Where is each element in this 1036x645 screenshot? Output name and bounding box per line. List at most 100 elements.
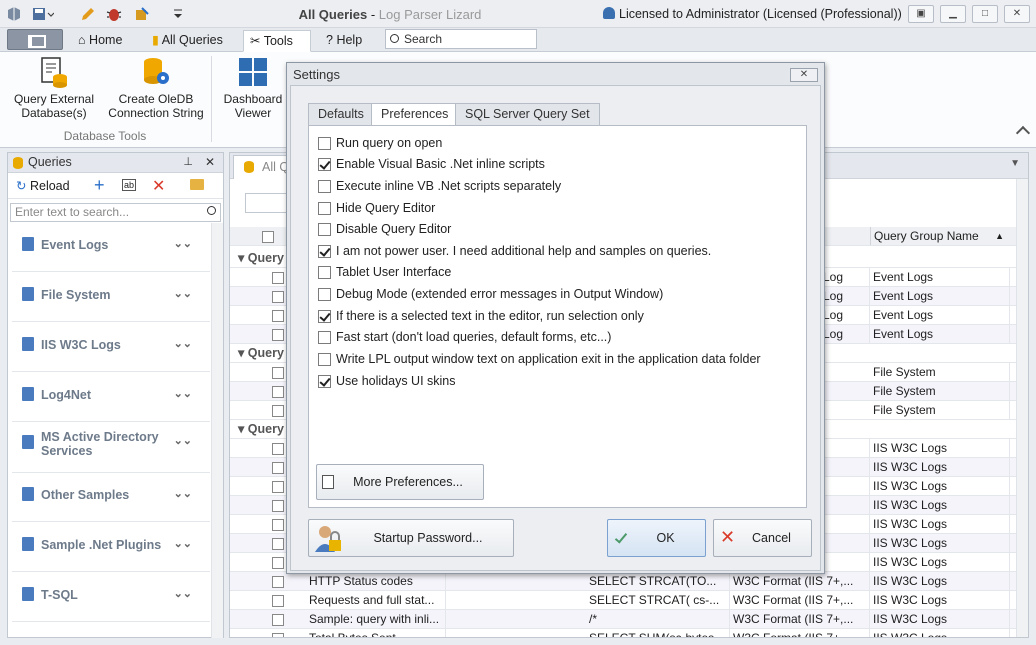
sort-ascending-icon: ▲ xyxy=(995,231,1004,241)
book-icon xyxy=(22,337,34,351)
tab-help[interactable]: ? Help xyxy=(320,30,368,52)
tab-all-queries[interactable]: ▮ All Queries xyxy=(146,30,229,52)
tab-sql-server-query-set[interactable]: SQL Server Query Set xyxy=(455,103,600,126)
book-icon xyxy=(22,287,34,301)
expand-chevron-icon[interactable]: ⌄⌄ xyxy=(174,237,192,250)
queries-toolbar: ↻ Reload + ab ✕ xyxy=(8,173,223,199)
query-group-iis-w3c-logs[interactable]: IIS W3C Logs ⌄⌄ xyxy=(12,328,210,372)
expand-chevron-icon[interactable]: ⌄⌄ xyxy=(174,487,192,500)
checkbox[interactable] xyxy=(318,180,331,193)
table-row[interactable]: HTTP Status codes SELECT STRCAT(TO... W3C … xyxy=(230,572,1016,591)
row-checkbox[interactable] xyxy=(272,557,284,569)
table-row[interactable]: Sample: query with inli.../* W3C Format (… xyxy=(230,610,1016,629)
user-icon xyxy=(603,7,615,19)
close-button[interactable]: ✕ xyxy=(1004,5,1030,23)
query-group-other-samples[interactable]: Other Samples ⌄⌄ xyxy=(12,478,210,522)
query-external-database-button[interactable]: Query External Database(s) xyxy=(8,56,100,120)
table-row[interactable]: Requests and full stat... SELECT STRCAT( … xyxy=(230,591,1016,610)
open-folder-icon[interactable] xyxy=(190,179,204,190)
home-icon: ⌂ xyxy=(78,33,86,47)
expand-chevron-icon[interactable]: ⌄⌄ xyxy=(174,537,192,550)
ribbon-collapse-icon[interactable] xyxy=(1015,125,1031,141)
expand-chevron-icon[interactable]: ⌄⌄ xyxy=(174,434,192,447)
table-row[interactable]: Total Bytes Sent SELECT SUM(sc-bytes... W3… xyxy=(230,629,1016,637)
ok-button[interactable]: OK xyxy=(607,519,706,557)
query-group-event-logs[interactable]: Event Logs ⌄⌄ xyxy=(12,228,210,272)
row-checkbox[interactable] xyxy=(272,272,284,284)
maximize-button[interactable]: □ xyxy=(972,5,998,23)
row-checkbox[interactable] xyxy=(272,310,284,322)
title-bar: All Queries - Log Parser Lizard Licensed… xyxy=(0,0,1036,28)
checkbox[interactable] xyxy=(318,202,331,215)
checkbox[interactable] xyxy=(318,353,331,366)
query-group-log4net[interactable]: Log4Net ⌄⌄ xyxy=(12,378,210,422)
expand-chevron-icon[interactable]: ⌄⌄ xyxy=(174,337,192,350)
row-checkbox[interactable] xyxy=(272,462,284,474)
checkbox[interactable] xyxy=(318,223,331,236)
cancel-button[interactable]: ✕ Cancel xyxy=(713,519,812,557)
dialog-body: Defaults Preferences SQL Server Query Se… xyxy=(290,85,821,571)
search-icon xyxy=(207,206,216,215)
book-icon xyxy=(22,387,34,401)
row-checkbox[interactable] xyxy=(272,576,284,588)
grid-scrollbar[interactable] xyxy=(1016,179,1028,637)
row-checkbox[interactable] xyxy=(272,595,284,607)
select-all-checkbox[interactable] xyxy=(262,231,274,243)
row-checkbox[interactable] xyxy=(272,367,284,379)
dialog-close-button[interactable]: ✕ xyxy=(790,68,818,82)
row-checkbox[interactable] xyxy=(272,386,284,398)
close-panel-icon[interactable]: ✕ xyxy=(205,153,215,172)
row-checkbox[interactable] xyxy=(272,500,284,512)
reload-button[interactable]: ↻ Reload xyxy=(16,178,70,193)
startup-password-button[interactable]: Startup Password... xyxy=(308,519,514,557)
add-query-icon[interactable]: + xyxy=(94,175,105,196)
expand-chevron-icon[interactable]: ⌄⌄ xyxy=(174,387,192,400)
row-checkbox[interactable] xyxy=(272,633,284,637)
create-oledb-connection-button[interactable]: Create OleDB Connection String xyxy=(104,56,208,120)
tab-preferences[interactable]: Preferences xyxy=(371,103,459,127)
checkbox[interactable] xyxy=(318,310,331,323)
restore-layout-button[interactable]: ▣ xyxy=(908,5,934,23)
checkbox[interactable] xyxy=(318,288,331,301)
external-database-icon xyxy=(39,56,69,88)
row-checkbox[interactable] xyxy=(272,519,284,531)
more-preferences-button[interactable]: More Preferences... xyxy=(316,464,484,500)
checkbox[interactable] xyxy=(318,375,331,388)
query-group-ms-active-directory[interactable]: MS Active Directory Services ⌄⌄ xyxy=(12,425,210,473)
minimize-button[interactable]: ▁ xyxy=(940,5,966,23)
rename-query-icon[interactable]: ab xyxy=(122,179,137,191)
pin-icon[interactable]: ⊥ xyxy=(183,153,193,172)
checkbox[interactable] xyxy=(318,331,331,344)
checkbox[interactable] xyxy=(318,266,331,279)
application-menu-button[interactable] xyxy=(7,29,63,50)
ribbon-group-label: Database Tools xyxy=(63,129,147,143)
column-header-query-group-name[interactable]: Query Group Name ▲ xyxy=(870,227,1010,245)
tab-tools[interactable]: ✂ Tools xyxy=(243,30,311,52)
expand-chevron-icon[interactable]: ⌄⌄ xyxy=(174,287,192,300)
query-group-t-sql[interactable]: T-SQL ⌄⌄ xyxy=(12,578,210,622)
row-checkbox[interactable] xyxy=(272,291,284,303)
preferences-panel: Run query on open Enable Visual Basic .N… xyxy=(308,125,807,508)
delete-query-icon[interactable]: ✕ xyxy=(152,176,165,196)
database-icon: ▮ xyxy=(152,33,159,47)
dashboard-viewer-button[interactable]: Dashboard Viewer xyxy=(218,56,288,120)
search-input[interactable]: Search xyxy=(385,29,537,49)
queries-search-input[interactable]: Enter text to search... xyxy=(10,203,221,222)
checkbox[interactable] xyxy=(318,245,331,258)
row-checkbox[interactable] xyxy=(272,405,284,417)
row-checkbox[interactable] xyxy=(272,443,284,455)
tab-defaults[interactable]: Defaults xyxy=(308,103,374,126)
query-group-sample-net-plugins[interactable]: Sample .Net Plugins ⌄⌄ xyxy=(12,528,210,572)
row-checkbox[interactable] xyxy=(272,538,284,550)
row-checkbox[interactable] xyxy=(272,614,284,626)
checkbox[interactable] xyxy=(318,158,331,171)
checkbox[interactable] xyxy=(318,137,331,150)
queries-scrollbar[interactable] xyxy=(211,223,223,638)
row-checkbox[interactable] xyxy=(272,481,284,493)
expand-chevron-icon[interactable]: ⌄⌄ xyxy=(174,587,192,600)
book-icon xyxy=(22,487,34,501)
tab-list-dropdown-icon[interactable]: ▼ xyxy=(1010,158,1020,169)
tab-home[interactable]: ⌂ Home xyxy=(72,30,128,52)
row-checkbox[interactable] xyxy=(272,329,284,341)
query-group-file-system[interactable]: File System ⌄⌄ xyxy=(12,278,210,322)
